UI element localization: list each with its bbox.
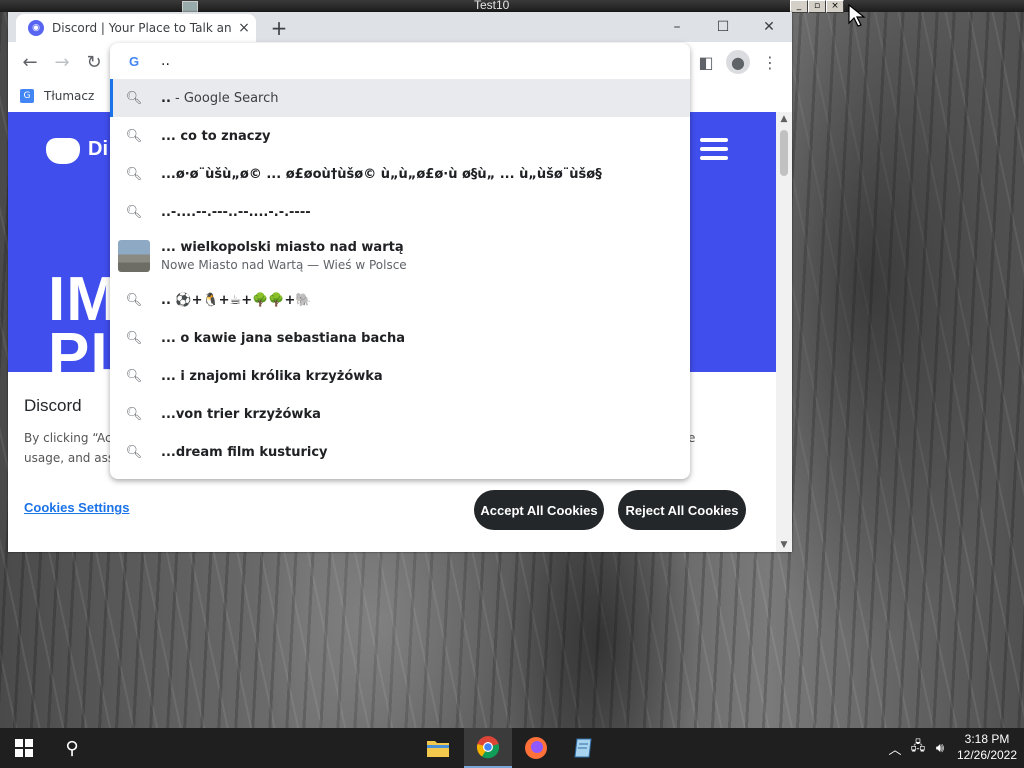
search-icon: 🔍︎ xyxy=(125,204,143,220)
address-input-value[interactable]: .. xyxy=(161,53,170,69)
clock-date: 12/26/2022 xyxy=(956,748,1018,762)
minimize-button[interactable]: _ xyxy=(790,0,808,13)
reload-icon[interactable]: ↻ xyxy=(82,50,106,74)
folder-icon xyxy=(427,741,449,757)
chrome-menu-icon[interactable]: ⋮ xyxy=(758,50,782,74)
close-button[interactable]: × xyxy=(826,0,844,13)
suggestion-item[interactable]: 🔍︎ ...ø·ø¨ùšù„ø© ... ø£øoù†ùšø© ù„ù„ø£ø·… xyxy=(110,155,690,193)
windows-logo-icon xyxy=(15,739,33,757)
scroll-down-icon[interactable]: ▼ xyxy=(776,538,792,552)
scroll-thumb[interactable] xyxy=(780,130,788,176)
suggestion-text: ...ø·ø¨ùšù„ø© ... ø£øoù†ùšø© ù„ù„ø£ø·ù ø… xyxy=(161,166,602,182)
firefox-icon xyxy=(525,737,547,759)
search-icon: 🔍︎ xyxy=(125,128,143,144)
google-translate-icon: G xyxy=(20,89,34,103)
restore-button[interactable]: ▫ xyxy=(808,0,826,13)
window-title: Test10 xyxy=(474,0,510,12)
discord-favicon-icon: ◉ xyxy=(28,20,44,36)
taskbar: ⚲ ︿ 🖧 🔊︎ 3:18 PM 12/26/2022 xyxy=(0,728,1024,768)
notepad-taskbar-button[interactable] xyxy=(560,728,608,768)
cookies-settings-link[interactable]: Cookies Settings xyxy=(24,500,129,515)
taskbar-search-icon[interactable]: ⚲ xyxy=(48,728,96,768)
suggestion-text: .. - Google Search xyxy=(161,91,278,106)
suggestion-text: ...von trier krzyżówka xyxy=(161,406,321,422)
suggestion-item[interactable]: 🔍︎ ... co to znaczy xyxy=(110,117,690,155)
suggestion-item-entity[interactable]: ... wielkopolski miasto nad wartą Nowe M… xyxy=(110,231,690,281)
network-icon[interactable]: 🖧 xyxy=(908,728,928,768)
suggestion-text: .. ⚽+🐧+☕+🌳🌳+🐘 xyxy=(161,292,312,308)
search-icon: 🔍︎ xyxy=(125,292,143,308)
profile-avatar-icon[interactable]: ● xyxy=(726,50,750,74)
omnibox-dropdown: G .. 🔍︎ .. - Google Search 🔍︎ ... co to … xyxy=(110,43,690,479)
discord-logo-icon[interactable] xyxy=(46,138,80,164)
tab-strip: ◉ Discord | Your Place to Talk and Hang … xyxy=(8,12,792,42)
suggestion-text: ... i znajomi królika krzyżówka xyxy=(161,368,383,384)
suggestion-text: ... wielkopolski miasto nad wartą xyxy=(161,240,404,255)
page-scrollbar[interactable]: ▲ ▼ xyxy=(776,112,792,552)
window-title-bar[interactable]: Test10 _ ▫ × xyxy=(0,0,1024,13)
search-icon: 🔍︎ xyxy=(125,444,143,460)
chrome-taskbar-button[interactable] xyxy=(464,728,512,768)
search-icon: 🔍︎ xyxy=(125,330,143,346)
bookmark-tlumacz[interactable]: G Tłumacz xyxy=(20,86,94,106)
suggestion-item[interactable]: 🔍︎ ..-....--.---..--....-.-.---- xyxy=(110,193,690,231)
brand-name[interactable]: Di xyxy=(88,138,108,161)
mouse-cursor-icon xyxy=(848,4,866,27)
suggestion-item[interactable]: 🔍︎ ... o kawie jana sebastiana bacha xyxy=(110,319,690,357)
windows-start-button[interactable] xyxy=(0,728,48,768)
scroll-up-icon[interactable]: ▲ xyxy=(776,112,792,126)
suggestion-text: ...dream film kusturicy xyxy=(161,444,328,460)
bookmark-label: Tłumacz xyxy=(44,89,95,103)
new-tab-button[interactable]: + xyxy=(268,16,290,40)
google-icon: G xyxy=(128,53,140,69)
chrome-icon xyxy=(476,736,500,759)
chrome-window-controls: – ☐ ✕ xyxy=(654,12,792,42)
clock-time: 3:18 PM xyxy=(964,732,1010,746)
suggestion-item[interactable]: 🔍︎ .. ⚽+🐧+☕+🌳🌳+🐘 xyxy=(110,281,690,319)
file-explorer-button[interactable] xyxy=(414,728,462,768)
volume-icon[interactable]: 🔊︎ xyxy=(930,728,950,768)
tab-title: Discord | Your Place to Talk and Hang Ou… xyxy=(52,21,232,35)
tab-discord[interactable]: ◉ Discord | Your Place to Talk and Hang … xyxy=(16,14,256,42)
suggestion-rest: - Google Search xyxy=(170,90,279,106)
suggestion-item[interactable]: 🔍︎ .. - Google Search xyxy=(110,79,690,117)
hamburger-menu-icon[interactable] xyxy=(700,138,728,165)
search-icon: 🔍︎ xyxy=(125,368,143,384)
chrome-close-icon[interactable]: ✕ xyxy=(746,12,792,42)
forward-arrow-icon[interactable]: → xyxy=(50,50,74,74)
notepad-icon xyxy=(574,738,592,758)
suggestion-query: .. xyxy=(161,90,171,106)
suggestion-text: ..-....--.---..--....-.-.---- xyxy=(161,204,311,220)
suggestion-texts: ... wielkopolski miasto nad wartą Nowe M… xyxy=(161,240,407,272)
town-thumbnail-image xyxy=(118,240,150,272)
accept-all-cookies-button[interactable]: Accept All Cookies xyxy=(474,490,604,530)
cookie-title: Discord xyxy=(24,396,82,415)
chrome-minimize-icon[interactable]: – xyxy=(654,12,700,42)
firefox-taskbar-button[interactable] xyxy=(512,728,560,768)
suggestion-item[interactable]: 🔍︎ ... i znajomi królika krzyżówka xyxy=(110,357,690,395)
address-bar[interactable]: G .. xyxy=(110,43,690,79)
search-icon: 🔍︎ xyxy=(125,406,143,422)
suggestion-item[interactable]: 🔍︎ ...dream film kusturicy xyxy=(110,433,690,471)
chrome-maximize-icon[interactable]: ☐ xyxy=(700,12,746,42)
side-panel-icon[interactable]: ◧ xyxy=(694,50,718,74)
search-icon: 🔍︎ xyxy=(125,90,143,106)
taskbar-clock[interactable]: 3:18 PM 12/26/2022 xyxy=(952,731,1022,763)
suggestion-subtext: Nowe Miasto nad Wartą — Wieś w Polsce xyxy=(161,258,407,272)
suggestion-text: ... co to znaczy xyxy=(161,128,271,144)
reject-all-cookies-button[interactable]: Reject All Cookies xyxy=(618,490,746,530)
back-arrow-icon[interactable]: ← xyxy=(18,50,42,74)
suggestion-text: ... o kawie jana sebastiana bacha xyxy=(161,330,405,346)
show-hidden-icons-chevron-icon[interactable]: ︿ xyxy=(886,728,904,768)
tab-close-icon[interactable]: × xyxy=(236,20,252,36)
suggestion-item[interactable]: 🔍︎ ...von trier krzyżówka xyxy=(110,395,690,433)
search-icon: 🔍︎ xyxy=(125,166,143,182)
